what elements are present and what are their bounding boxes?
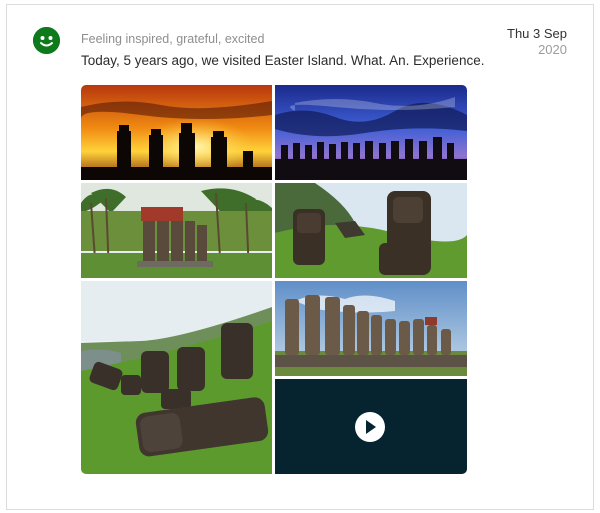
- video-tile[interactable]: [275, 379, 467, 474]
- date-year: 2020: [538, 42, 567, 57]
- photo-fallen-moai-slope[interactable]: [81, 281, 272, 474]
- play-icon[interactable]: [355, 412, 385, 442]
- media-grid: [81, 85, 467, 474]
- smiley-icon: [33, 27, 60, 54]
- post-date: Thu 3 Sep 2020: [507, 26, 567, 58]
- mood-text: Feeling inspired, grateful, excited: [81, 32, 265, 46]
- post-card: Feeling inspired, grateful, excited Toda…: [6, 4, 594, 510]
- photo-moai-row-platform[interactable]: [275, 281, 467, 376]
- date-day: Thu 3 Sep: [507, 26, 567, 41]
- photo-green-hill-moai[interactable]: [275, 183, 467, 278]
- photo-twilight-moai-row[interactable]: [275, 85, 467, 180]
- photo-palm-moai[interactable]: [81, 183, 272, 278]
- post-caption: Today, 5 years ago, we visited Easter Is…: [81, 53, 485, 68]
- photo-sunset-moai[interactable]: [81, 85, 272, 180]
